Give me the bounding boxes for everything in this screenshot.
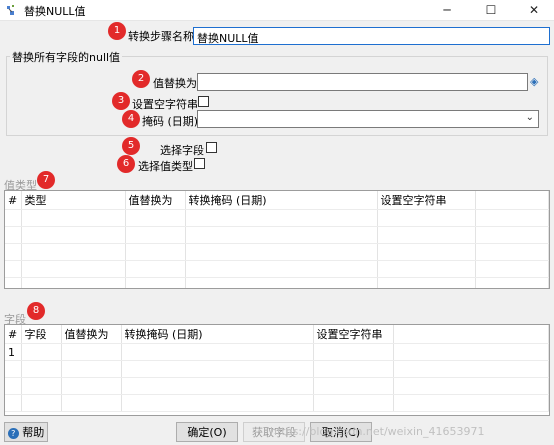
column-header[interactable]: # bbox=[5, 325, 22, 344]
column-header[interactable]: 值替换为 bbox=[61, 325, 122, 344]
help-button-label: 帮助 bbox=[22, 426, 45, 439]
column-header[interactable]: 值替换为 bbox=[125, 191, 186, 210]
table-row[interactable] bbox=[5, 260, 549, 278]
annotation-badge-5: 5 bbox=[122, 137, 140, 155]
fields-table-container: # 字段 值替换为 转换掩码 (日期) 设置空字符串 1 bbox=[4, 324, 550, 416]
table-row[interactable] bbox=[5, 377, 549, 395]
set-empty-string-label: 设置空字符串 bbox=[132, 98, 198, 111]
annotation-badge-2: 2 bbox=[132, 70, 150, 88]
help-button[interactable]: ? 帮助 bbox=[4, 422, 48, 442]
mask-date-label: 掩码 (日期) bbox=[142, 115, 199, 128]
mask-date-select[interactable]: ⌄ bbox=[197, 110, 539, 128]
watermark-text: https://blog.csdn.net/weixin_41653971 bbox=[270, 425, 485, 438]
column-header[interactable]: # bbox=[5, 191, 22, 210]
annotation-badge-8: 8 bbox=[27, 302, 45, 320]
table-cell[interactable] bbox=[121, 343, 314, 361]
column-header bbox=[393, 325, 549, 344]
set-empty-string-checkbox[interactable] bbox=[198, 96, 209, 107]
column-header[interactable]: 设置空字符串 bbox=[313, 325, 394, 344]
column-header[interactable]: 字段 bbox=[21, 325, 62, 344]
table-row[interactable] bbox=[5, 360, 549, 378]
table-row[interactable] bbox=[5, 277, 549, 288]
variable-diamond-icon[interactable]: ◈ bbox=[530, 75, 538, 88]
close-button[interactable]: ✕ bbox=[518, 0, 550, 20]
select-value-types-checkbox[interactable] bbox=[194, 158, 205, 169]
annotation-badge-7: 7 bbox=[37, 171, 55, 189]
column-header[interactable]: 类型 bbox=[21, 191, 126, 210]
replace-with-label: 值替换为 bbox=[153, 77, 197, 90]
column-header[interactable]: 设置空字符串 bbox=[377, 191, 476, 210]
chevron-down-icon: ⌄ bbox=[525, 112, 534, 123]
table-row[interactable] bbox=[5, 209, 549, 227]
select-value-types-label: 选择值类型 bbox=[138, 160, 193, 173]
title-bar: 替换NULL值 ─ ☐ ✕ bbox=[0, 0, 554, 21]
annotation-badge-6: 6 bbox=[117, 155, 135, 173]
table-row[interactable] bbox=[5, 243, 549, 261]
app-icon bbox=[7, 5, 14, 15]
table-cell[interactable] bbox=[21, 343, 62, 361]
table-cell[interactable] bbox=[313, 343, 394, 361]
annotation-badge-4: 4 bbox=[122, 110, 140, 128]
column-header[interactable]: 转换掩码 (日期) bbox=[121, 325, 314, 344]
maximize-button[interactable]: ☐ bbox=[475, 0, 507, 20]
window-title: 替换NULL值 bbox=[24, 5, 86, 18]
step-name-input[interactable]: 替换NULL值 bbox=[193, 27, 550, 45]
value-types-table: # 类型 值替换为 转换掩码 (日期) 设置空字符串 bbox=[5, 191, 549, 288]
ok-button[interactable]: 确定(O) bbox=[176, 422, 238, 442]
help-icon: ? bbox=[7, 427, 19, 439]
replace-with-input[interactable] bbox=[197, 73, 528, 91]
select-fields-checkbox[interactable] bbox=[206, 142, 217, 153]
minimize-button[interactable]: ─ bbox=[431, 0, 463, 20]
all-fields-group-title: 替换所有字段的null值 bbox=[10, 49, 123, 65]
select-fields-label: 选择字段 bbox=[160, 144, 204, 157]
table-row[interactable]: 1 bbox=[5, 343, 549, 361]
value-types-table-container: # 类型 值替换为 转换掩码 (日期) 设置空字符串 bbox=[4, 190, 550, 289]
table-cell[interactable] bbox=[61, 343, 122, 361]
table-row[interactable] bbox=[5, 394, 549, 412]
fields-table: # 字段 值替换为 转换掩码 (日期) 设置空字符串 1 bbox=[5, 325, 549, 412]
step-name-value: 替换NULL值 bbox=[197, 32, 259, 45]
table-row[interactable] bbox=[5, 226, 549, 244]
column-header bbox=[475, 191, 549, 210]
row-number: 1 bbox=[5, 343, 22, 361]
annotation-badge-3: 3 bbox=[112, 92, 130, 110]
column-header[interactable]: 转换掩码 (日期) bbox=[185, 191, 378, 210]
step-name-label: 转换步骤名称 bbox=[128, 30, 194, 43]
annotation-badge-1: 1 bbox=[108, 22, 126, 40]
